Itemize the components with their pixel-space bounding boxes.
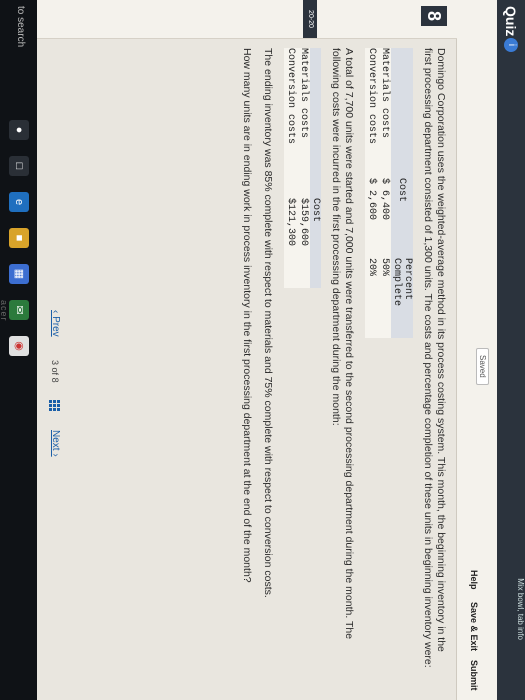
table-cell: 20% [366, 258, 377, 277]
save-exit-button[interactable]: Save & Exit [469, 602, 479, 651]
question-ending: The ending inventory was 85% complete wi… [262, 48, 274, 598]
taskbar-search[interactable]: to search [15, 6, 26, 47]
top-bar: Quiz i Mix bowl, tab info [497, 0, 525, 700]
beginning-inventory-table: Cost Percent Complete Materials costs $ … [365, 48, 413, 338]
question-ask: How many units are in ending work in pro… [241, 48, 253, 583]
taskbar-icons: ● □ e ■ ▦ ✉ ◉ [9, 120, 29, 356]
table-header [391, 48, 413, 178]
table-cell: Conversion costs [366, 48, 377, 145]
points-badge: 20-20 [303, 0, 317, 38]
prev-button[interactable]: ‹ Prev [50, 310, 61, 337]
table-cell: $121,300 [285, 198, 296, 247]
quiz-title: Quiz [503, 6, 519, 37]
question-content: Domingo Corporation uses the weighted-av… [232, 48, 447, 668]
question-number: 8 [421, 6, 447, 26]
tab-hint[interactable]: Mix bowl, tab info [513, 578, 525, 640]
question-rail: 8 20-20 [37, 0, 457, 39]
task-view-icon[interactable]: □ [9, 156, 29, 176]
info-icon[interactable]: i [504, 38, 518, 52]
period-costs-table: Cost Materials costs $159,600 Conversion… [284, 48, 321, 288]
page-of-label: of [50, 367, 60, 376]
page-indicator: 3 of 8 [50, 360, 60, 383]
question-intro: Domingo Corporation uses the weighted-av… [422, 48, 447, 668]
submit-button[interactable]: Submit [469, 660, 479, 691]
question-nav: ‹ Prev 3 of 8 Next › [39, 0, 65, 700]
tab-strip: Mix bowl, tab info [513, 578, 525, 640]
store-icon[interactable]: ▦ [9, 264, 29, 284]
chrome-icon[interactable]: ◉ [9, 336, 29, 356]
table-cell: $ 2,600 [366, 178, 377, 221]
table-row: Conversion costs $ 2,600 20% [365, 48, 378, 338]
table-header [310, 48, 321, 198]
table-header-row: Cost Percent Complete [391, 48, 413, 338]
table-header-row: Cost [310, 48, 321, 288]
table-cell: Materials costs [298, 48, 309, 139]
table-row: Materials costs $ 6,400 50% [378, 48, 391, 338]
table-header: Percent Complete [391, 258, 413, 307]
folder-icon[interactable]: ■ [9, 228, 29, 248]
toolbar: Saved Help Save & Exit Submit [456, 0, 497, 700]
table-row: Conversion costs $121,300 [284, 48, 297, 288]
question-middle: A total of 7,700 units were started and … [330, 48, 355, 640]
next-label: Next [50, 430, 61, 451]
acer-logo: acer [0, 300, 9, 322]
table-cell: 50% [379, 258, 390, 277]
taskbar: to search ● □ e ■ ▦ ✉ ◉ acer [0, 0, 37, 700]
page-total: 8 [50, 377, 60, 383]
grid-icon[interactable] [49, 400, 60, 411]
prev-label: Prev [50, 316, 61, 337]
saved-status: Saved [476, 348, 489, 385]
table-cell: $ 6,400 [379, 178, 390, 221]
next-button[interactable]: Next › [50, 430, 61, 457]
table-cell: Materials costs [379, 48, 390, 139]
help-button[interactable]: Help [469, 570, 479, 590]
mail-icon[interactable]: ✉ [9, 300, 29, 320]
table-cell: $159,600 [298, 198, 309, 247]
microphone-icon[interactable]: ● [9, 120, 29, 140]
table-header: Cost [310, 198, 321, 223]
table-cell: Conversion costs [285, 48, 296, 145]
page-current: 3 [50, 360, 60, 366]
table-header: Cost [396, 178, 408, 203]
table-row: Materials costs $159,600 [297, 48, 310, 288]
screen: Quiz i Mix bowl, tab info Saved Help Sav… [0, 0, 525, 700]
edge-icon[interactable]: e [9, 192, 29, 212]
chevron-right-icon: › [50, 450, 61, 457]
